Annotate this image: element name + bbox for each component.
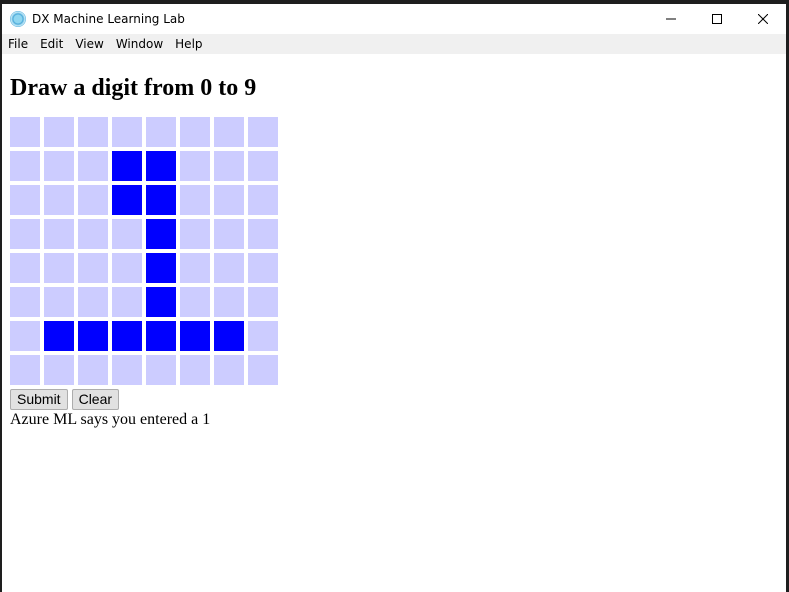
menu-file[interactable]: File [2,34,34,54]
grid-cell-r6-c1[interactable] [44,321,74,351]
grid-cell-r5-c7[interactable] [248,287,278,317]
grid-cell-r3-c4[interactable] [146,219,176,249]
menu-window[interactable]: Window [110,34,169,54]
grid-cell-r6-c3[interactable] [112,321,142,351]
grid-cell-r2-c6[interactable] [214,185,244,215]
grid-cell-r5-c4[interactable] [146,287,176,317]
grid-cell-r3-c3[interactable] [112,219,142,249]
grid-cell-r4-c0[interactable] [10,253,40,283]
grid-cell-r3-c2[interactable] [78,219,108,249]
app-logo-icon [10,11,26,27]
maximize-button[interactable] [694,4,740,34]
grid-cell-r3-c7[interactable] [248,219,278,249]
grid-cell-r1-c3[interactable] [112,151,142,181]
grid-cell-r1-c4[interactable] [146,151,176,181]
grid-cell-r7-c3[interactable] [112,355,142,385]
submit-button[interactable]: Submit [10,389,68,410]
minimize-icon [666,18,676,20]
grid-cell-r3-c0[interactable] [10,219,40,249]
grid-cell-r0-c1[interactable] [44,117,74,147]
grid-cell-r6-c4[interactable] [146,321,176,351]
grid-cell-r0-c6[interactable] [214,117,244,147]
grid-cell-r2-c4[interactable] [146,185,176,215]
grid-cell-r5-c2[interactable] [78,287,108,317]
menu-edit[interactable]: Edit [34,34,69,54]
close-button[interactable] [740,4,786,34]
grid-cell-r1-c1[interactable] [44,151,74,181]
grid-cell-r4-c1[interactable] [44,253,74,283]
grid-cell-r5-c3[interactable] [112,287,142,317]
grid-cell-r1-c6[interactable] [214,151,244,181]
grid-cell-r1-c5[interactable] [180,151,210,181]
minimize-button[interactable] [648,4,694,34]
grid-cell-r2-c5[interactable] [180,185,210,215]
prediction-result: Azure ML says you entered a 1 [10,411,211,428]
grid-cell-r1-c7[interactable] [248,151,278,181]
grid-cell-r6-c6[interactable] [214,321,244,351]
grid-cell-r7-c6[interactable] [214,355,244,385]
grid-cell-r3-c5[interactable] [180,219,210,249]
grid-cell-r4-c3[interactable] [112,253,142,283]
maximize-icon [712,14,722,24]
grid-cell-r0-c2[interactable] [78,117,108,147]
grid-cell-r4-c5[interactable] [180,253,210,283]
grid-cell-r5-c6[interactable] [214,287,244,317]
drawing-grid[interactable] [10,117,278,385]
grid-cell-r3-c6[interactable] [214,219,244,249]
grid-cell-r5-c1[interactable] [44,287,74,317]
grid-cell-r2-c7[interactable] [248,185,278,215]
grid-cell-r0-c3[interactable] [112,117,142,147]
grid-cell-r7-c0[interactable] [10,355,40,385]
grid-cell-r1-c0[interactable] [10,151,40,181]
menu-view[interactable]: View [69,34,109,54]
page-content: Draw a digit from 0 to 9 Submit Clear Az… [2,73,786,430]
grid-cell-r6-c7[interactable] [248,321,278,351]
grid-cell-r7-c5[interactable] [180,355,210,385]
grid-cell-r0-c4[interactable] [146,117,176,147]
menu-help[interactable]: Help [169,34,208,54]
grid-cell-r4-c2[interactable] [78,253,108,283]
grid-cell-r7-c2[interactable] [78,355,108,385]
grid-cell-r0-c0[interactable] [10,117,40,147]
clear-button[interactable]: Clear [71,389,120,410]
app-window: DX Machine Learning Lab File Edit View W… [2,4,786,592]
window-title: DX Machine Learning Lab [32,12,185,26]
grid-cell-r5-c0[interactable] [10,287,40,317]
grid-cell-r2-c0[interactable] [10,185,40,215]
title-bar[interactable]: DX Machine Learning Lab [2,4,786,34]
grid-cell-r2-c3[interactable] [112,185,142,215]
grid-cell-r2-c2[interactable] [78,185,108,215]
grid-cell-r5-c5[interactable] [180,287,210,317]
grid-cell-r0-c7[interactable] [248,117,278,147]
grid-cell-r1-c2[interactable] [78,151,108,181]
menu-bar: File Edit View Window Help [2,34,786,54]
grid-cell-r7-c7[interactable] [248,355,278,385]
grid-cell-r4-c4[interactable] [146,253,176,283]
grid-cell-r0-c5[interactable] [180,117,210,147]
grid-cell-r6-c5[interactable] [180,321,210,351]
grid-cell-r6-c0[interactable] [10,321,40,351]
page-title: Draw a digit from 0 to 9 [10,75,257,101]
grid-cell-r3-c1[interactable] [44,219,74,249]
grid-cell-r4-c6[interactable] [214,253,244,283]
grid-cell-r7-c4[interactable] [146,355,176,385]
close-icon [758,14,768,24]
grid-cell-r6-c2[interactable] [78,321,108,351]
grid-cell-r7-c1[interactable] [44,355,74,385]
grid-cell-r4-c7[interactable] [248,253,278,283]
window-controls [648,4,786,34]
grid-cell-r2-c1[interactable] [44,185,74,215]
action-buttons: Submit Clear [10,389,778,410]
